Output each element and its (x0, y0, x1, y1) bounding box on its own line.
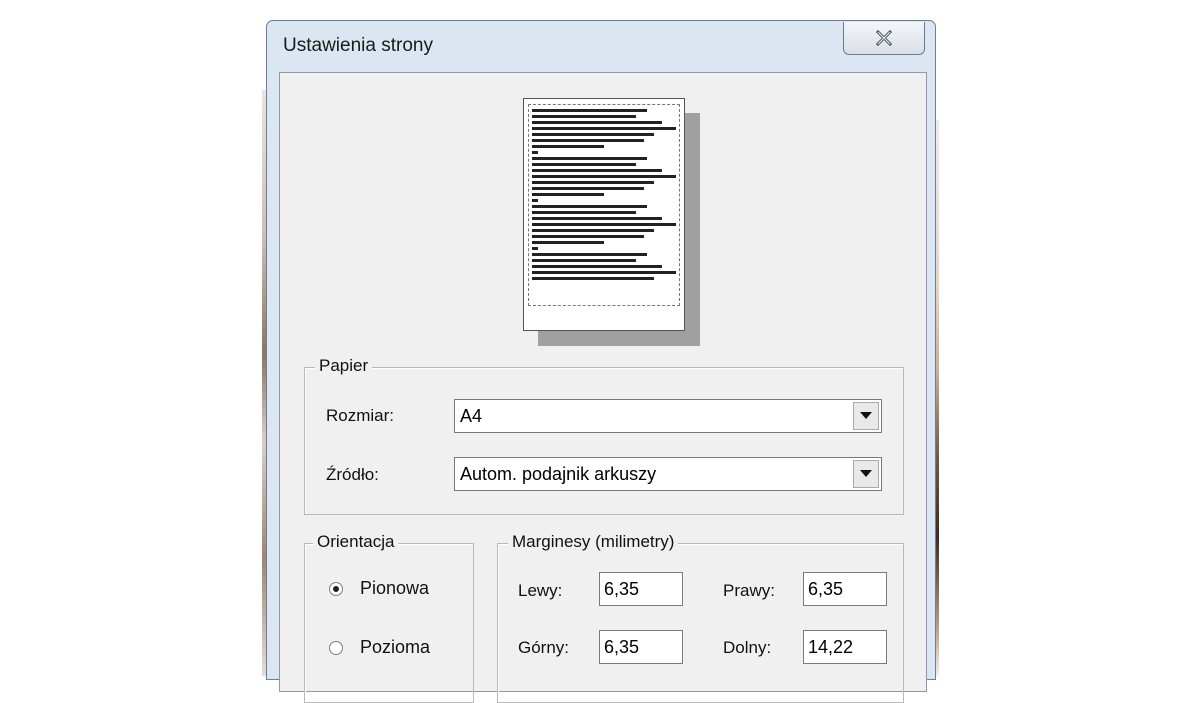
bottom-margin-label: Dolny: (723, 638, 772, 657)
chevron-down-icon (860, 470, 872, 477)
margins-group: Marginesy (milimetry) Lewy: Prawy: Górny… (497, 532, 904, 703)
paper-group: Papier Rozmiar: A4 Źródło: Autom. podajn… (304, 356, 904, 515)
bottom-margin-input[interactable] (803, 630, 887, 664)
size-select-value: A4 (460, 406, 483, 426)
right-margin-label: Prawy: (723, 581, 775, 600)
source-label: Źródło: (326, 465, 379, 484)
chevron-down-icon (860, 412, 872, 419)
page-preview-margin-guide (528, 104, 680, 306)
landscape-radio[interactable] (329, 641, 343, 655)
dialog-title: Ustawienia strony (283, 35, 433, 56)
source-dropdown-button[interactable] (853, 460, 879, 488)
margins-group-label: Marginesy (milimetry) (508, 532, 679, 552)
left-margin-label: Lewy: (518, 581, 563, 600)
close-button[interactable] (843, 22, 925, 55)
top-margin-input[interactable] (599, 630, 683, 664)
size-select[interactable]: A4 (454, 399, 882, 433)
source-select-value: Autom. podajnik arkuszy (460, 464, 657, 484)
paper-group-label: Papier (315, 356, 373, 376)
source-select[interactable]: Autom. podajnik arkuszy (454, 457, 882, 491)
close-icon (875, 30, 893, 46)
portrait-radio[interactable] (329, 582, 343, 596)
page-preview (523, 98, 685, 331)
size-label: Rozmiar: (326, 406, 395, 425)
orientation-group-label: Orientacja (313, 532, 399, 552)
size-dropdown-button[interactable] (853, 402, 879, 430)
orientation-group: Orientacja Pionowa Pozioma (304, 532, 474, 703)
left-margin-input[interactable] (599, 572, 683, 606)
page-setup-dialog: Ustawienia strony Papier Rozmiar: A4 Źró… (266, 20, 936, 703)
portrait-label[interactable]: Pionowa (360, 578, 429, 599)
landscape-label[interactable]: Pozioma (360, 637, 430, 658)
right-margin-input[interactable] (803, 572, 887, 606)
top-margin-label: Górny: (518, 638, 570, 657)
dialog-client-area: Papier Rozmiar: A4 Źródło: Autom. podajn… (279, 72, 927, 703)
